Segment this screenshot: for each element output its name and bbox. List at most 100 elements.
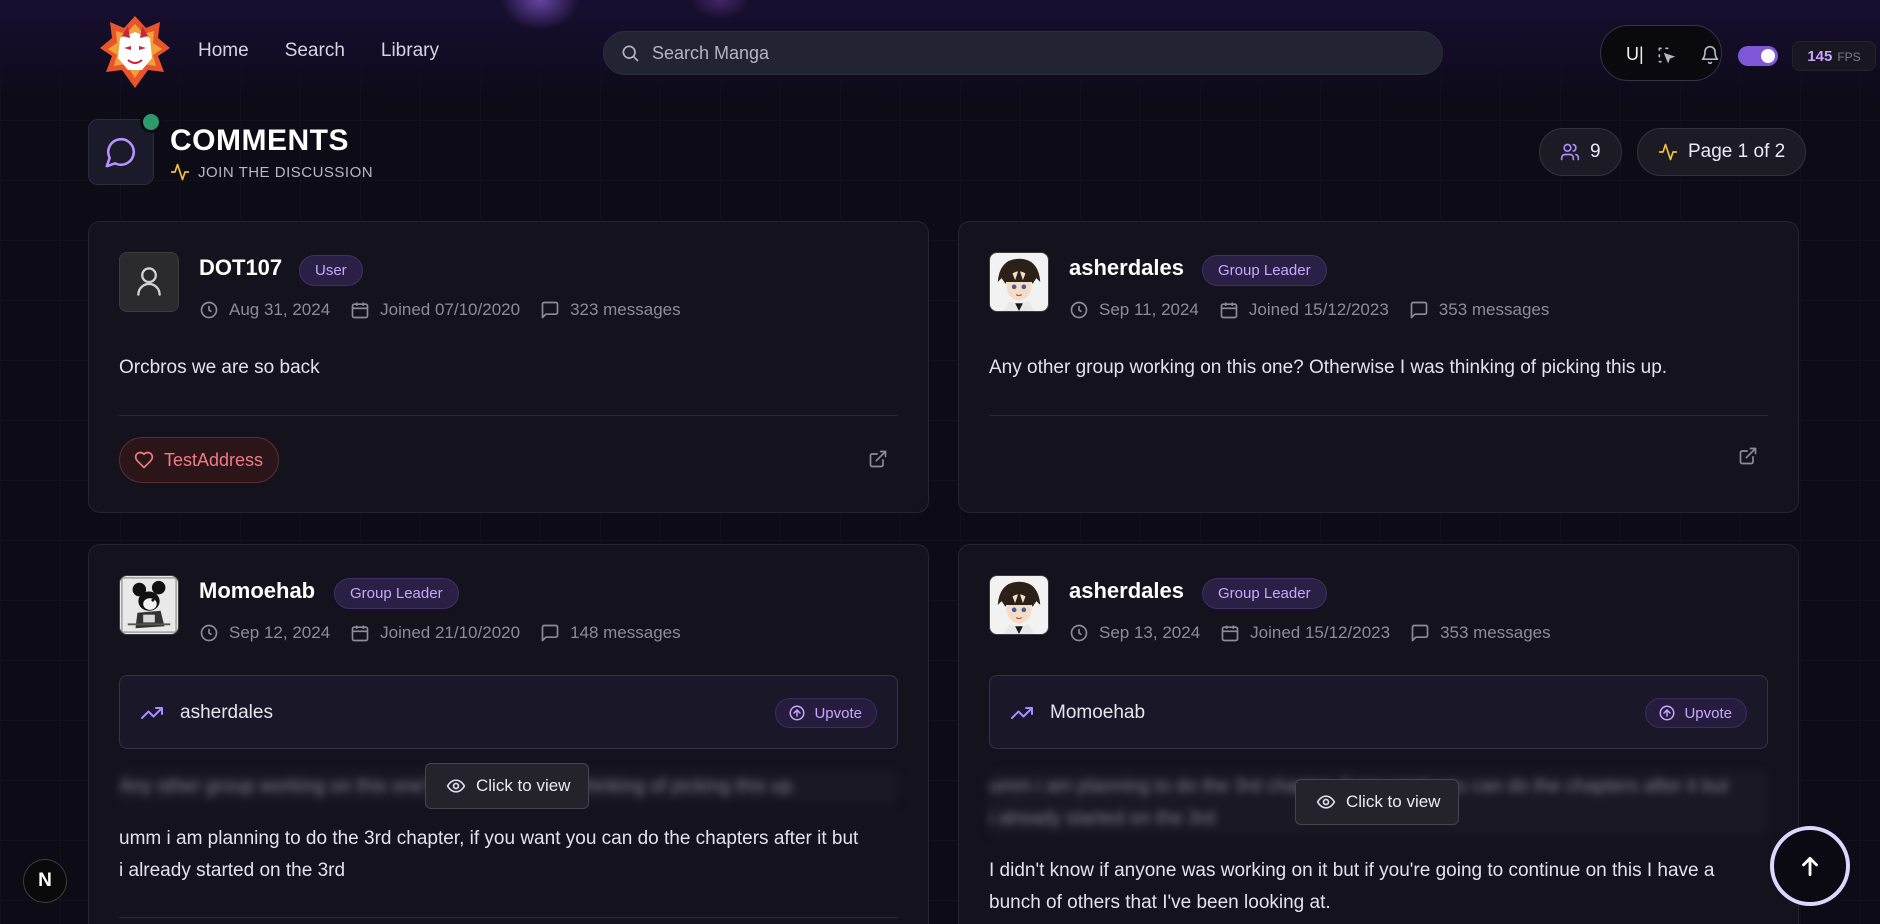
external-link-icon[interactable] bbox=[868, 449, 888, 469]
click-to-view-button[interactable]: Click to view bbox=[425, 763, 590, 809]
comment-card: DOT107 User Aug 31, 2024 Joined 07/10/20… bbox=[88, 221, 929, 513]
calendar-icon bbox=[351, 625, 369, 642]
message-square-icon bbox=[1410, 301, 1428, 319]
upvote-button[interactable]: Upvote bbox=[775, 698, 877, 728]
comment-date: Sep 12, 2024 bbox=[229, 623, 331, 642]
site-logo[interactable] bbox=[98, 14, 172, 90]
comment-meta: Sep 12, 2024 Joined 21/10/2020 148 messa… bbox=[199, 623, 701, 643]
username[interactable]: DOT107 bbox=[199, 255, 282, 281]
comment-text: Any other group working on this one? Oth… bbox=[989, 357, 1668, 378]
clock-icon bbox=[200, 624, 218, 642]
divider bbox=[989, 415, 1768, 416]
online-indicator bbox=[140, 111, 162, 133]
search-bar[interactable] bbox=[603, 31, 1443, 75]
nav-search[interactable]: Search bbox=[285, 40, 345, 62]
reply-reference[interactable]: Momoehab Upvote bbox=[989, 675, 1768, 749]
nav-library[interactable]: Library bbox=[381, 40, 439, 62]
comment-text-line: I didn't know if anyone was working on i… bbox=[989, 860, 1715, 881]
comment-meta: Sep 11, 2024 Joined 15/12/2023 353 messa… bbox=[1069, 300, 1569, 320]
calendar-icon bbox=[1220, 302, 1238, 319]
bell-icon[interactable] bbox=[1700, 45, 1720, 65]
heart-icon bbox=[134, 451, 154, 469]
joined-date: Joined 07/10/2020 bbox=[380, 300, 521, 319]
comment-date: Sep 13, 2024 bbox=[1099, 623, 1201, 642]
upvote-button[interactable]: Upvote bbox=[1645, 698, 1747, 728]
comment-card: asherdales Group Leader Sep 13, 2024 Joi… bbox=[958, 544, 1799, 924]
comment-text-line: umm i am planning to do the 3rd chapter,… bbox=[119, 828, 859, 849]
fps-value: 145 bbox=[1807, 48, 1833, 65]
search-icon bbox=[622, 45, 639, 62]
reply-to-username: asherdales bbox=[180, 702, 273, 723]
tool-text: U| bbox=[1626, 44, 1644, 64]
comment-text-line: i already started on the 3rd bbox=[119, 860, 346, 881]
divider bbox=[119, 415, 898, 416]
trending-up-icon bbox=[1011, 707, 1033, 719]
dev-tools-badge[interactable]: N bbox=[23, 859, 67, 903]
search-input[interactable] bbox=[652, 42, 1412, 64]
header-glow bbox=[690, 0, 750, 20]
avatar[interactable] bbox=[119, 252, 179, 312]
anime-avatar-icon bbox=[990, 576, 1048, 634]
avatar[interactable] bbox=[989, 575, 1049, 635]
avatar[interactable] bbox=[119, 575, 179, 635]
section-subtitle-text: JOIN THE DISCUSSION bbox=[198, 163, 374, 181]
comment-text-line: bunch of others that I've been looking a… bbox=[989, 892, 1331, 913]
user-placeholder-icon bbox=[120, 253, 178, 311]
toggle-knob bbox=[1761, 49, 1775, 63]
message-count: 353 messages bbox=[1438, 300, 1550, 319]
username[interactable]: Momoehab bbox=[199, 578, 315, 604]
message-circle-icon bbox=[105, 137, 136, 168]
activity-icon bbox=[1658, 143, 1678, 161]
theme-toggle[interactable] bbox=[1738, 46, 1778, 66]
top-navbar: Home Search Library U| 145 FPS bbox=[0, 0, 1880, 104]
message-count: 148 messages bbox=[570, 623, 681, 642]
comment-card: Momoehab Group Leader Sep 12, 2024 Joine… bbox=[88, 544, 929, 924]
role-badge: User bbox=[299, 255, 363, 286]
scroll-to-top-button[interactable] bbox=[1770, 826, 1850, 906]
reply-reference[interactable]: asherdales Upvote bbox=[119, 675, 898, 749]
comment-date: Sep 11, 2024 bbox=[1099, 300, 1199, 319]
calendar-icon bbox=[1221, 625, 1239, 642]
selection-icon[interactable] bbox=[1656, 45, 1676, 65]
nav-home[interactable]: Home bbox=[198, 40, 249, 62]
external-link-icon[interactable] bbox=[1738, 446, 1758, 466]
eye-icon bbox=[446, 779, 466, 793]
trending-up-icon bbox=[141, 707, 163, 719]
header-glow bbox=[500, 0, 580, 30]
comment-meta: Aug 31, 2024 Joined 07/10/2020 323 messa… bbox=[199, 300, 701, 320]
clock-icon bbox=[200, 301, 218, 319]
arrow-up-circle-icon bbox=[1659, 705, 1675, 721]
avatar[interactable] bbox=[989, 252, 1049, 312]
role-badge: Group Leader bbox=[1202, 255, 1327, 286]
section-title: COMMENTS bbox=[170, 124, 349, 157]
click-to-view-button[interactable]: Click to view bbox=[1295, 779, 1460, 825]
main-nav: Home Search Library bbox=[198, 40, 439, 62]
username[interactable]: asherdales bbox=[1069, 578, 1184, 604]
upvote-label: Upvote bbox=[814, 704, 862, 722]
support-label: TestAddress bbox=[164, 449, 264, 470]
participants-count: 9 bbox=[1590, 141, 1601, 162]
upvote-label: Upvote bbox=[1684, 704, 1732, 722]
message-count: 353 messages bbox=[1440, 623, 1551, 642]
clock-icon bbox=[1070, 624, 1088, 642]
support-button[interactable]: TestAddress bbox=[119, 437, 280, 483]
reply-to-username: Momoehab bbox=[1050, 702, 1146, 723]
joined-date: Joined 15/12/2023 bbox=[1248, 300, 1389, 319]
comment-text: umm i am planning to do the 3rd chapter,… bbox=[119, 823, 858, 887]
joined-date: Joined 21/10/2020 bbox=[380, 623, 521, 642]
anime-avatar-icon bbox=[990, 253, 1048, 311]
fps-label: FPS bbox=[1837, 50, 1861, 64]
click-to-view-label: Click to view bbox=[1346, 792, 1441, 811]
mickey-avatar-icon bbox=[120, 576, 178, 634]
username[interactable]: asherdales bbox=[1069, 255, 1184, 281]
comment-date: Aug 31, 2024 bbox=[229, 300, 331, 319]
eye-icon bbox=[1316, 795, 1336, 809]
clock-icon bbox=[1070, 301, 1088, 319]
participants-chip: 9 bbox=[1539, 128, 1622, 176]
message-count: 323 messages bbox=[570, 300, 681, 319]
page-indicator-chip: Page 1 of 2 bbox=[1637, 128, 1807, 176]
users-icon bbox=[1560, 143, 1580, 161]
arrow-up-icon bbox=[1802, 857, 1818, 877]
message-square-icon bbox=[541, 301, 559, 319]
role-badge: Group Leader bbox=[1202, 578, 1327, 609]
